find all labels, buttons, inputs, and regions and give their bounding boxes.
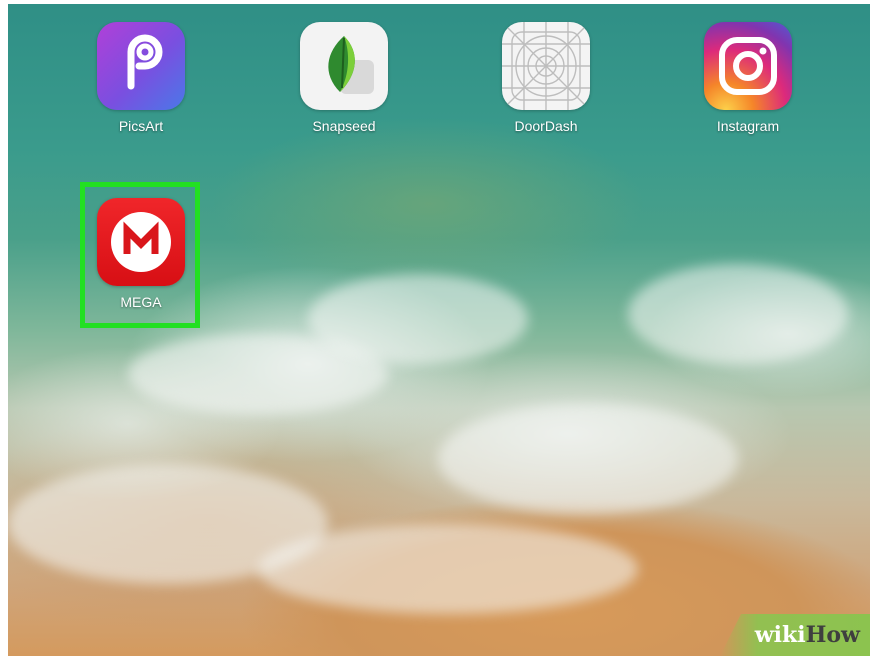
app-label: PicsArt <box>118 118 164 134</box>
wallpaper-surf <box>438 404 738 514</box>
app-label: Snapseed <box>312 118 376 134</box>
app-label: Instagram <box>716 118 780 134</box>
mega-highlight-box <box>80 182 200 328</box>
wallpaper-surf <box>308 274 528 364</box>
app-instagram[interactable]: Instagram <box>693 22 803 134</box>
app-doordash[interactable]: DoorDash <box>491 22 601 134</box>
instagram-icon <box>704 22 792 110</box>
app-label: DoorDash <box>514 118 578 134</box>
snapseed-icon <box>300 22 388 110</box>
wallpaper-surf <box>258 524 638 614</box>
watermark-how-text: How <box>805 622 860 648</box>
wallpaper-surf <box>628 264 848 364</box>
watermark-wiki-text: wiki <box>754 622 806 648</box>
app-snapseed[interactable]: Snapseed <box>289 22 399 134</box>
picsart-icon <box>97 22 185 110</box>
app-picsart[interactable]: PicsArt <box>86 22 196 134</box>
wikihow-watermark: wiki How <box>720 614 870 656</box>
doordash-icon <box>502 22 590 110</box>
